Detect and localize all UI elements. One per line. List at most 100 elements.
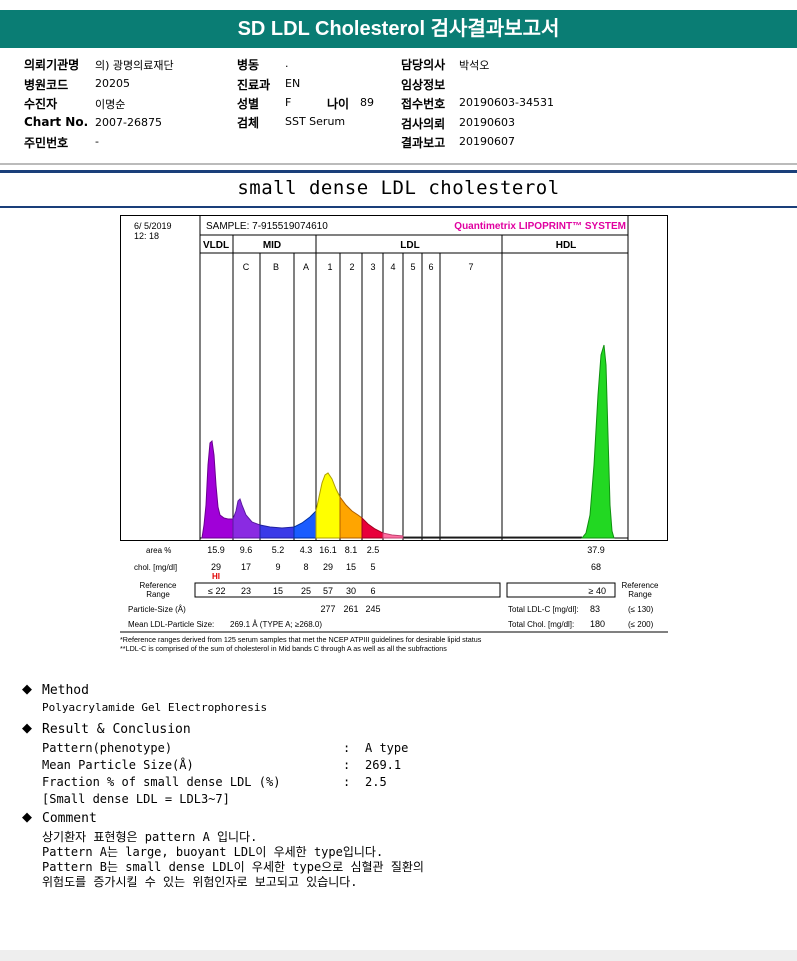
chol-ldl2: 15 xyxy=(346,562,356,572)
area-hdl: 37.9 xyxy=(587,545,605,555)
resident-no-value: - xyxy=(95,135,99,148)
result-fraction-value: 2.5 xyxy=(365,775,387,789)
doctor-label: 담당의사 xyxy=(401,58,446,72)
total-ldlc-label: Total LDL-C [mg/dl]: xyxy=(508,605,579,614)
clinical-info-label: 임상정보 xyxy=(401,78,446,92)
particle-ldl2: 261 xyxy=(343,604,358,614)
ref-vldl: ≤ 22 xyxy=(208,586,225,596)
sex-label: 성별 xyxy=(237,97,260,111)
chol-b: 9 xyxy=(275,562,280,572)
ref-label-2: Range xyxy=(146,590,170,599)
chol-ldl1: 29 xyxy=(323,562,333,572)
ref-hdl: ≥ 40 xyxy=(589,586,606,596)
band-c: C xyxy=(243,262,250,272)
sample-id: SAMPLE: 7-915519074610 xyxy=(206,221,328,232)
chol-ldl3: 5 xyxy=(370,562,375,572)
group-hdl: HDL xyxy=(556,240,577,251)
chart-no-value: 2007-26875 xyxy=(95,116,162,129)
band-ldl4: 4 xyxy=(390,262,395,272)
band-ldl2: 2 xyxy=(349,262,354,272)
result-pattern-label: Pattern(phenotype) xyxy=(42,741,173,755)
divider xyxy=(0,206,797,208)
request-date-value: 20190603 xyxy=(459,116,515,129)
chart-no-label: Chart No. xyxy=(24,115,89,129)
band-a: A xyxy=(303,262,309,272)
area-b: 5.2 xyxy=(272,545,285,555)
total-chol-ref: (≤ 200) xyxy=(628,620,654,629)
ref-a: 25 xyxy=(301,586,311,596)
result-fraction-colon: : xyxy=(343,775,351,789)
age-label: 나이 xyxy=(327,97,350,111)
receipt-no-label: 접수번호 xyxy=(401,97,446,111)
chol-hdl: 68 xyxy=(591,562,601,572)
comment-heading: Comment xyxy=(42,811,97,826)
age-value: 89 xyxy=(360,96,374,109)
hi-flag: HI xyxy=(212,572,220,581)
institution-label: 의뢰기관명 xyxy=(24,58,80,72)
specimen-value: SST Serum xyxy=(285,115,346,128)
chart-time: 12: 18 xyxy=(134,231,159,241)
specimen-label: 검체 xyxy=(237,116,260,130)
area-vldl: 15.9 xyxy=(207,545,225,555)
area-c: 9.6 xyxy=(240,545,253,555)
band-ldl6: 6 xyxy=(428,262,433,272)
section-title: small dense LDL cholesterol xyxy=(237,177,560,199)
ref-right-label-1: Reference xyxy=(622,581,659,590)
diamond-icon: ◆ xyxy=(22,721,32,736)
band-ldl5: 5 xyxy=(410,262,415,272)
mean-ldl-label: Mean LDL-Particle Size: xyxy=(128,620,214,629)
chol-c: 17 xyxy=(241,562,251,572)
area-ldl2: 8.1 xyxy=(345,545,358,555)
divider xyxy=(0,163,797,165)
group-ldl: LDL xyxy=(400,240,419,251)
footnote-1: *Reference ranges derived from 125 serum… xyxy=(120,635,482,644)
hospital-code-value: 20205 xyxy=(95,77,130,90)
ward-label: 병동 xyxy=(237,58,260,72)
method-text: Polyacrylamide Gel Electrophoresis xyxy=(42,701,268,714)
band-b: B xyxy=(273,262,279,272)
group-mid: MID xyxy=(263,240,281,251)
group-vldl: VLDL xyxy=(203,240,229,251)
particle-ldl3: 245 xyxy=(365,604,380,614)
ref-ldl2: 30 xyxy=(346,586,356,596)
data-table: area % 15.9 9.6 5.2 4.3 16.1 8.1 2.5 37.… xyxy=(120,545,668,653)
chart-date: 6/ 5/2019 xyxy=(134,221,172,231)
total-chol-value: 180 xyxy=(590,619,605,629)
ref-ldl1: 57 xyxy=(323,586,333,596)
chol-label: chol. [mg/dl] xyxy=(134,563,177,572)
particle-label: Particle-Size (Å) xyxy=(128,605,186,614)
total-ldlc-value: 83 xyxy=(590,604,600,614)
method-heading: Method xyxy=(42,683,89,698)
result-pattern-colon: : xyxy=(343,741,351,755)
diamond-icon: ◆ xyxy=(22,810,32,825)
footer-bar xyxy=(0,950,797,961)
hospital-code-label: 병원코드 xyxy=(24,78,69,92)
lipoprint-chart: 6/ 5/2019 12: 18 SAMPLE: 7-915519074610 … xyxy=(120,215,668,653)
comment-line-4: 위험도를 증가시킬 수 있는 위험인자로 보고되고 있습니다. xyxy=(42,875,358,889)
institution-value: 의) 광명의료재단 xyxy=(95,59,174,72)
result-size-colon: : xyxy=(343,758,351,772)
ward-value: . xyxy=(285,57,289,70)
department-value: EN xyxy=(285,77,301,90)
result-pattern-value: A type xyxy=(365,741,409,755)
report-title: SD LDL Cholesterol 검사결과보고서 xyxy=(0,10,797,48)
divider xyxy=(0,170,797,173)
department-label: 진료과 xyxy=(237,78,271,92)
patient-value: 이명순 xyxy=(95,98,126,111)
mean-ldl-value: 269.1 Å (TYPE A; ≥268.0) xyxy=(230,620,322,629)
area-ldl3: 2.5 xyxy=(367,545,380,555)
request-date-label: 검사의뢰 xyxy=(401,117,446,131)
area-ldl1: 16.1 xyxy=(319,545,337,555)
sex-value: F xyxy=(285,96,292,109)
chart-title: Quantimetrix LIPOPRINT™ SYSTEM xyxy=(454,221,626,232)
ref-right-label-2: Range xyxy=(628,590,652,599)
resident-no-label: 주민번호 xyxy=(24,136,69,150)
doctor-value: 박석오 xyxy=(459,59,490,72)
area-a: 4.3 xyxy=(300,545,313,555)
result-heading: Result & Conclusion xyxy=(42,722,191,737)
chol-a: 8 xyxy=(303,562,308,572)
particle-ldl1: 277 xyxy=(320,604,335,614)
band-ldl1: 1 xyxy=(327,262,332,272)
patient-label: 수진자 xyxy=(24,97,58,111)
area-label: area % xyxy=(146,546,171,555)
